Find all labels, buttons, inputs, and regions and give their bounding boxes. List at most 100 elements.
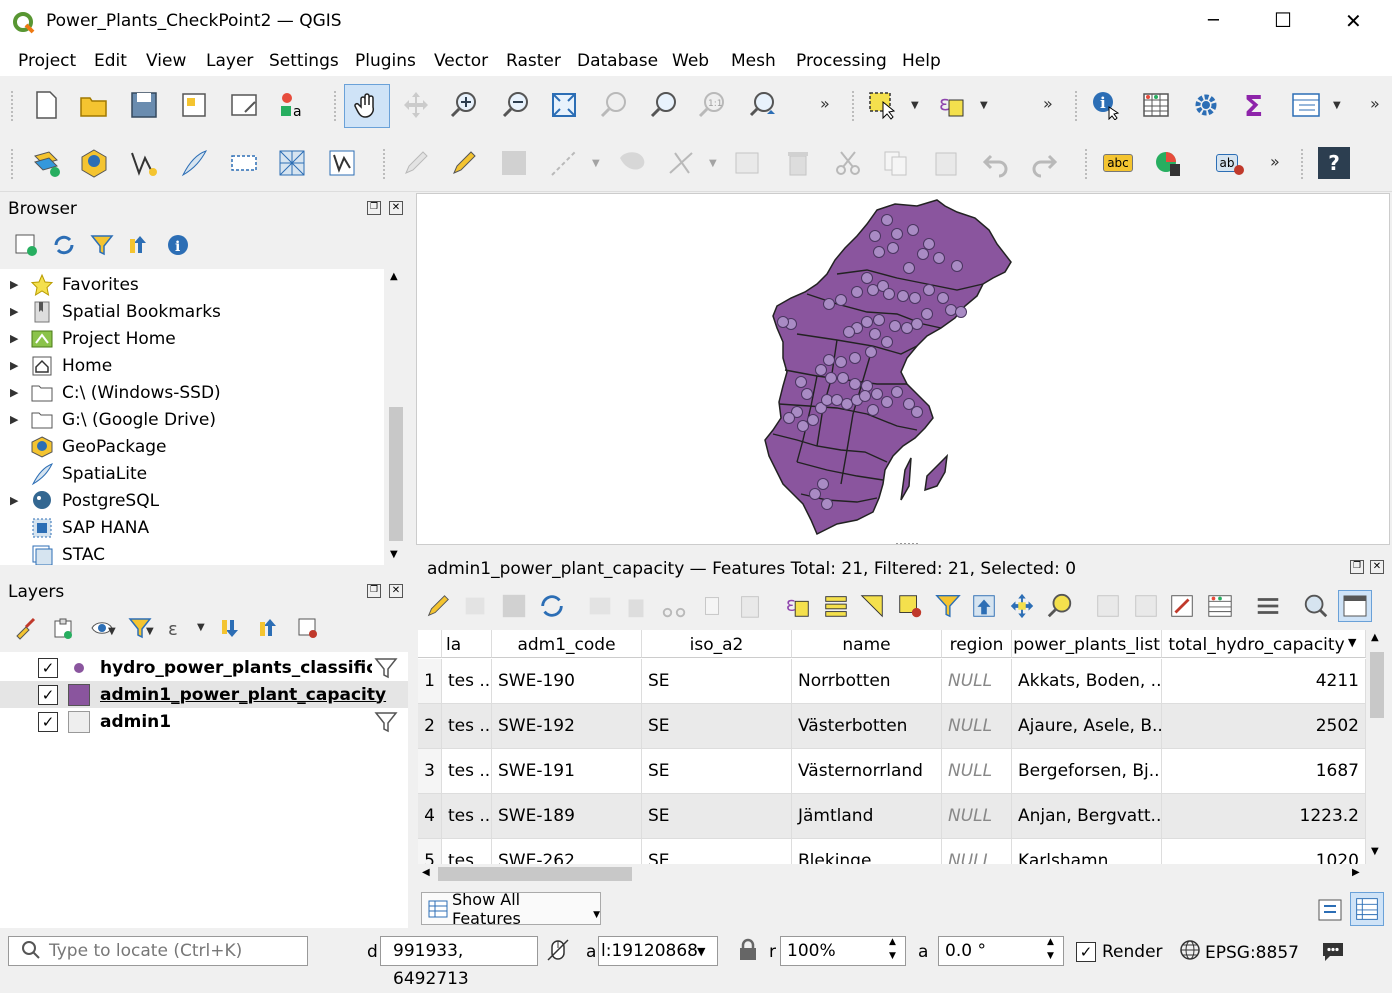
table-cell[interactable]: tes ... — [442, 749, 492, 794]
row-number[interactable]: 1 — [418, 659, 442, 704]
multi-edit-icon[interactable] — [462, 592, 490, 620]
column-header-total-hydro-capacity[interactable]: total_hydro_capacity — [1162, 630, 1366, 658]
attr-close-icon[interactable]: ✕ — [1370, 560, 1384, 574]
new-geopackage-layer-icon[interactable] — [78, 147, 110, 179]
table-cell[interactable]: Norrbotten — [792, 659, 942, 704]
toggle-edit-mode-icon[interactable] — [424, 592, 452, 620]
table-cell[interactable]: SE — [642, 659, 792, 704]
scroll-down-arrow-icon[interactable]: ▼ — [390, 549, 398, 560]
digitize-dropdown-arrow[interactable]: ▼ — [592, 158, 600, 169]
expand-arrow-icon[interactable]: ▶ — [10, 278, 24, 291]
layer-styling-icon[interactable] — [14, 616, 38, 640]
table-cell[interactable]: NULL — [942, 704, 1012, 749]
diagram-properties-icon[interactable] — [1152, 147, 1184, 179]
cut-table-icon[interactable] — [660, 592, 688, 620]
table-vertical-scrollbar[interactable]: ▲ ▼ — [1367, 630, 1387, 864]
browser-float-icon[interactable]: ❐ — [367, 201, 381, 215]
table-cell[interactable]: 1223.2 — [1162, 794, 1366, 839]
layer-row-hydro-power-plants[interactable]: ✓ hydro_power_plants_classificatio — [0, 654, 408, 681]
layer-filter-icon[interactable] — [374, 710, 398, 739]
maximize-button[interactable]: ☐ — [1274, 8, 1292, 32]
processing-toolbox-icon[interactable] — [1190, 89, 1222, 121]
column-header-iso-a2[interactable]: iso_a2 — [642, 630, 792, 658]
new-print-layout-icon[interactable] — [178, 89, 210, 121]
menu-layer[interactable]: Layer — [206, 51, 253, 71]
table-cell[interactable]: SE — [642, 749, 792, 794]
zoom-full-icon[interactable] — [548, 89, 580, 121]
table-cell[interactable]: Ajaure, Asele, B... — [1012, 704, 1162, 749]
label-settings-icon[interactable]: ab — [1210, 147, 1250, 179]
row-number[interactable]: 5 — [418, 839, 442, 864]
help-icon[interactable]: ? — [1318, 147, 1350, 179]
table-cell[interactable]: 1020 — [1162, 839, 1366, 864]
toolbar-more-4[interactable]: » — [1270, 152, 1280, 171]
select-by-expression-icon[interactable]: ε — [936, 89, 968, 121]
table-cell[interactable]: SE — [642, 794, 792, 839]
zoom-to-layer-icon[interactable] — [648, 89, 680, 121]
browser-item-home[interactable]: ▶ Home — [0, 352, 384, 379]
browser-item-favorites[interactable]: ▶ Favorites — [0, 271, 384, 298]
collapse-all-icon[interactable] — [128, 233, 152, 257]
row-number[interactable]: 4 — [418, 794, 442, 839]
table-cell[interactable]: 2502 — [1162, 704, 1366, 749]
remove-layer-icon[interactable] — [296, 616, 320, 640]
browser-item-spatial-bookmarks[interactable]: ▶ Spatial Bookmarks — [0, 298, 384, 325]
table-cell[interactable]: tes — [442, 839, 492, 864]
locator-search-input[interactable]: Type to locate (Ctrl+K) — [8, 936, 308, 966]
messages-icon[interactable] — [1320, 938, 1346, 968]
table-view-icon[interactable] — [1350, 892, 1384, 926]
filter-browser-icon[interactable] — [90, 233, 114, 257]
scrollbar-thumb[interactable] — [389, 407, 403, 541]
copy-table-icon[interactable] — [698, 592, 726, 620]
table-cell[interactable]: Västernorrland — [792, 749, 942, 794]
toolbar-more-2[interactable]: » — [1043, 94, 1053, 113]
layer-row-admin1[interactable]: ✓ admin1 — [0, 708, 408, 735]
invert-selection-icon[interactable] — [858, 592, 886, 620]
table-cell[interactable]: Blekinge — [792, 839, 942, 864]
zoom-to-selected-icon[interactable] — [1046, 592, 1074, 620]
select-by-expression-table-icon[interactable]: ε — [784, 592, 812, 620]
reload-table-icon[interactable] — [538, 592, 566, 620]
redo-icon[interactable] — [1028, 147, 1060, 179]
browser-item-g-drive[interactable]: ▶ G:\ (Google Drive) — [0, 406, 384, 433]
field-calculator-icon[interactable] — [1168, 592, 1196, 620]
magnifier-field[interactable]: 100% ▲ ▼ — [780, 936, 906, 966]
table-cell[interactable]: SWE-189 — [492, 794, 642, 839]
deselect-all-icon[interactable] — [896, 592, 924, 620]
layer-visibility-checkbox[interactable]: ✓ — [38, 711, 58, 732]
column-header-region[interactable]: region — [942, 630, 1012, 658]
table-cell[interactable]: SWE-191 — [492, 749, 642, 794]
new-project-icon[interactable] — [30, 89, 62, 121]
row-number[interactable]: 2 — [418, 704, 442, 749]
table-cell[interactable]: 1687 — [1162, 749, 1366, 794]
close-button[interactable]: ✕ — [1345, 9, 1362, 33]
layout-manager-icon[interactable] — [228, 89, 260, 121]
zoom-to-selection-icon[interactable] — [598, 89, 630, 121]
expression-dropdown-arrow[interactable]: ▼ — [197, 622, 205, 633]
toolbar-more-3[interactable]: » — [1370, 94, 1380, 113]
conditional-formatting-icon[interactable] — [1206, 592, 1234, 620]
column-header-adm1-code[interactable]: adm1_code — [492, 630, 642, 658]
save-project-icon[interactable] — [128, 89, 160, 121]
visibility-dropdown-arrow[interactable]: ▼ — [108, 626, 116, 637]
form-view-icon[interactable] — [1316, 896, 1344, 924]
add-selected-layers-icon[interactable] — [14, 233, 38, 257]
properties-icon[interactable]: i — [166, 233, 190, 257]
save-edits-table-icon[interactable] — [500, 592, 528, 620]
toolbar-more-1[interactable]: » — [820, 94, 830, 113]
column-header-power-plants-list[interactable]: power_plants_list — [1012, 630, 1162, 658]
select-dropdown-arrow[interactable]: ▼ — [911, 100, 919, 111]
table-cell[interactable]: SE — [642, 839, 792, 864]
pan-map-icon[interactable] — [344, 84, 390, 128]
scale-field[interactable]: l:19120868 ▼ — [598, 936, 718, 966]
render-checkbox[interactable]: ✓ — [1076, 942, 1096, 962]
layer-visibility-checkbox[interactable]: ✓ — [38, 684, 58, 705]
identify-features-icon[interactable]: i — [1090, 89, 1122, 121]
table-cell[interactable]: tes ... — [442, 794, 492, 839]
mouse-extent-toggle-icon[interactable] — [546, 938, 570, 966]
expand-arrow-icon[interactable]: ▶ — [10, 413, 24, 426]
collapse-all-layers-icon[interactable] — [258, 616, 282, 640]
menu-processing[interactable]: Processing — [796, 51, 887, 71]
save-edits-icon[interactable] — [498, 147, 530, 179]
open-attribute-table-icon[interactable] — [1140, 89, 1172, 121]
